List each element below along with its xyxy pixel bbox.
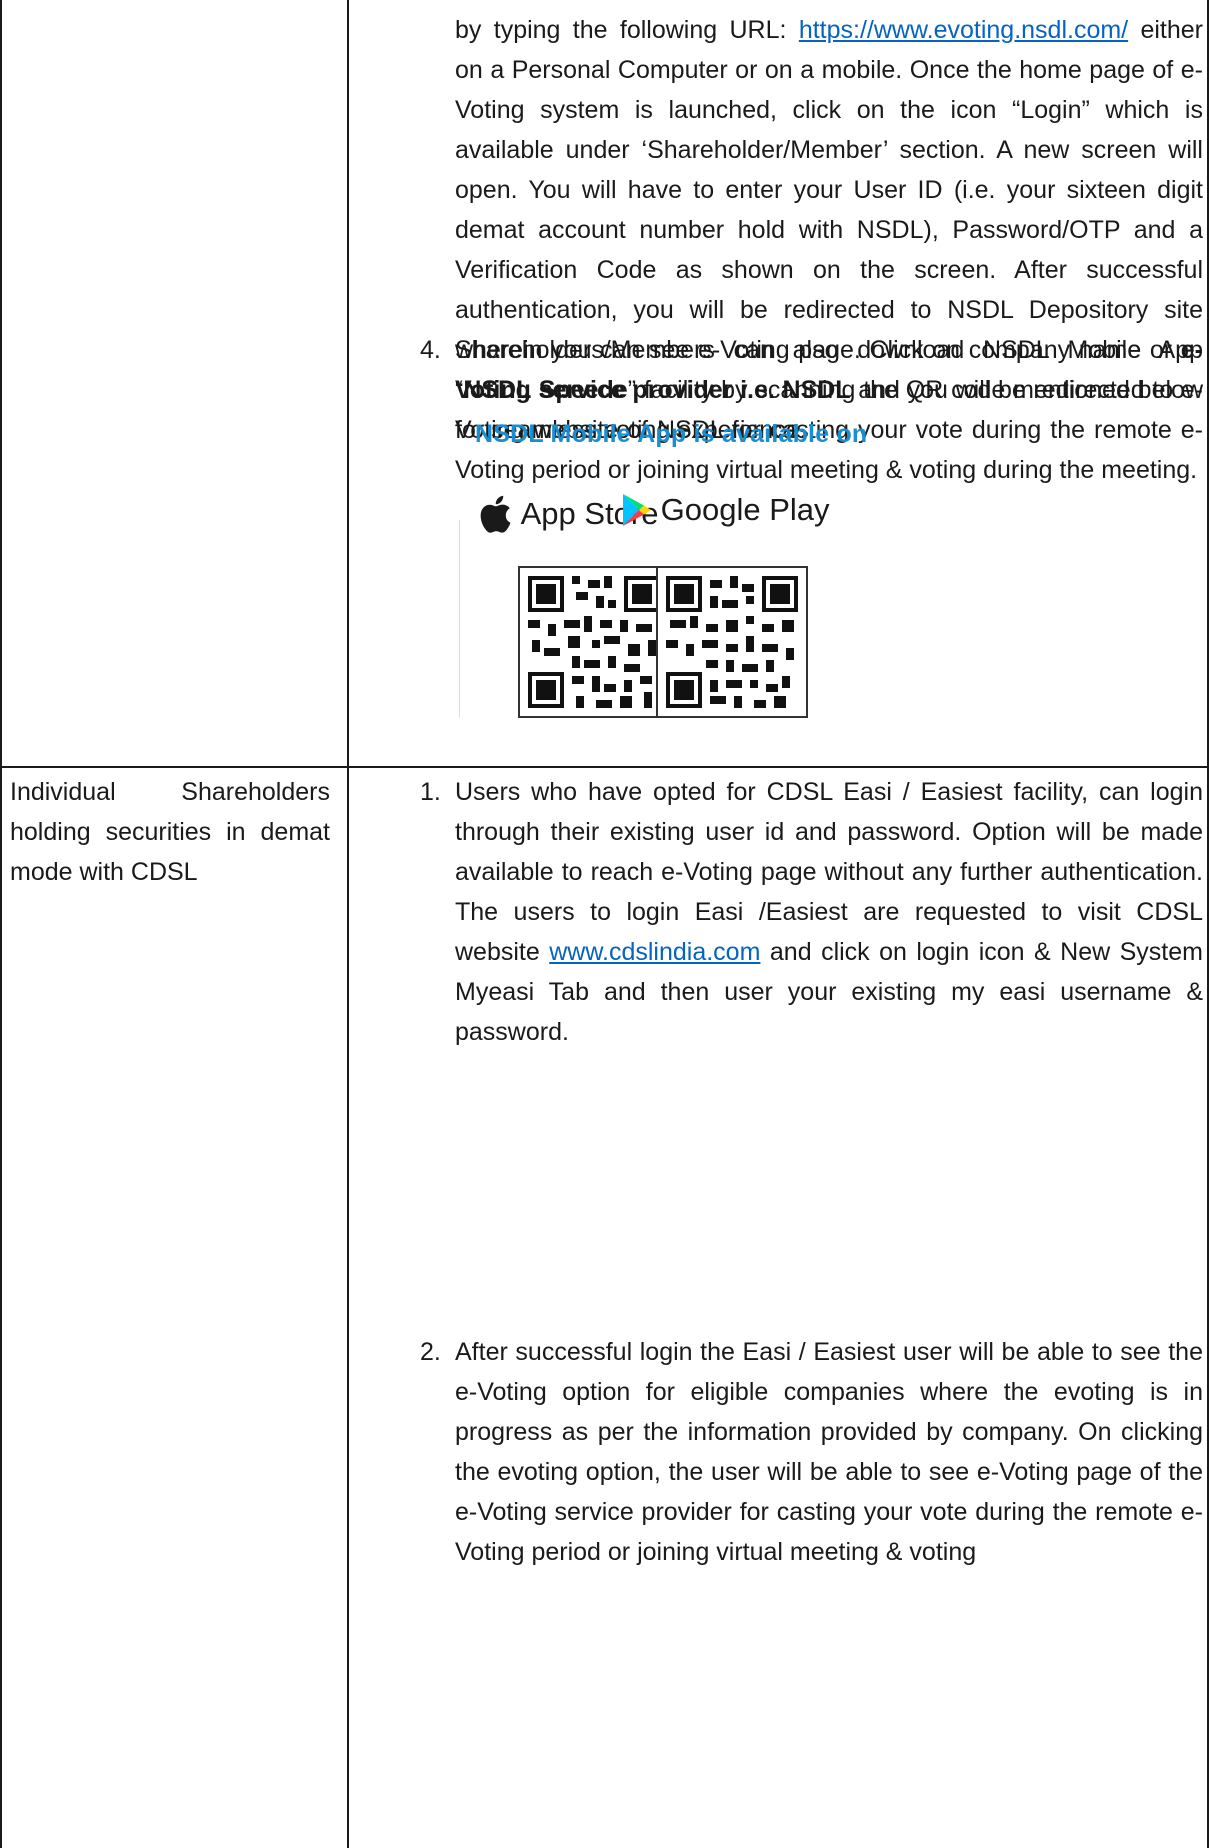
qr-code-icon [520,568,668,716]
item-4-number: 4. [420,336,441,364]
apple-icon [480,495,511,533]
shareholder-category-cdsl: Individual Shareholders holding securiti… [10,778,330,886]
image-edge [459,520,460,718]
nsdl-evoting-link[interactable]: https://www.evoting.nsdl.com/ [799,16,1128,44]
evoting-instructions-table: by typing the following URL: https://www… [0,0,1209,1848]
para-text-b: either on a Personal Computer or on a mo… [455,16,1204,364]
para-text-a: by typing the following URL: [455,16,799,44]
table-column-divider [347,0,349,1848]
app-availability-heading: NSDL Mobile App is available on [475,420,868,448]
nsdl-speede-bold: NSDL Speede [463,376,628,404]
item-1-text: Users who have opted for CDSL Easi / Eas… [455,772,1203,1052]
table-left-border [0,0,2,1848]
table-row-divider [0,766,1209,768]
qr-code-google-play [656,566,808,718]
qr-code-app-store [518,566,670,718]
qr-code-icon [658,568,806,716]
item-2-text: After successful login the Easi / Easies… [455,1338,1203,1566]
google-play-badge[interactable]: Google Play [622,490,830,528]
google-play-label: Google Play [660,491,830,527]
cdsl-website-link[interactable]: www.cdslindia.com [549,938,760,966]
item-1-number: 1. [420,778,441,806]
google-play-icon [623,493,651,526]
item-2-number: 2. [420,1338,441,1366]
